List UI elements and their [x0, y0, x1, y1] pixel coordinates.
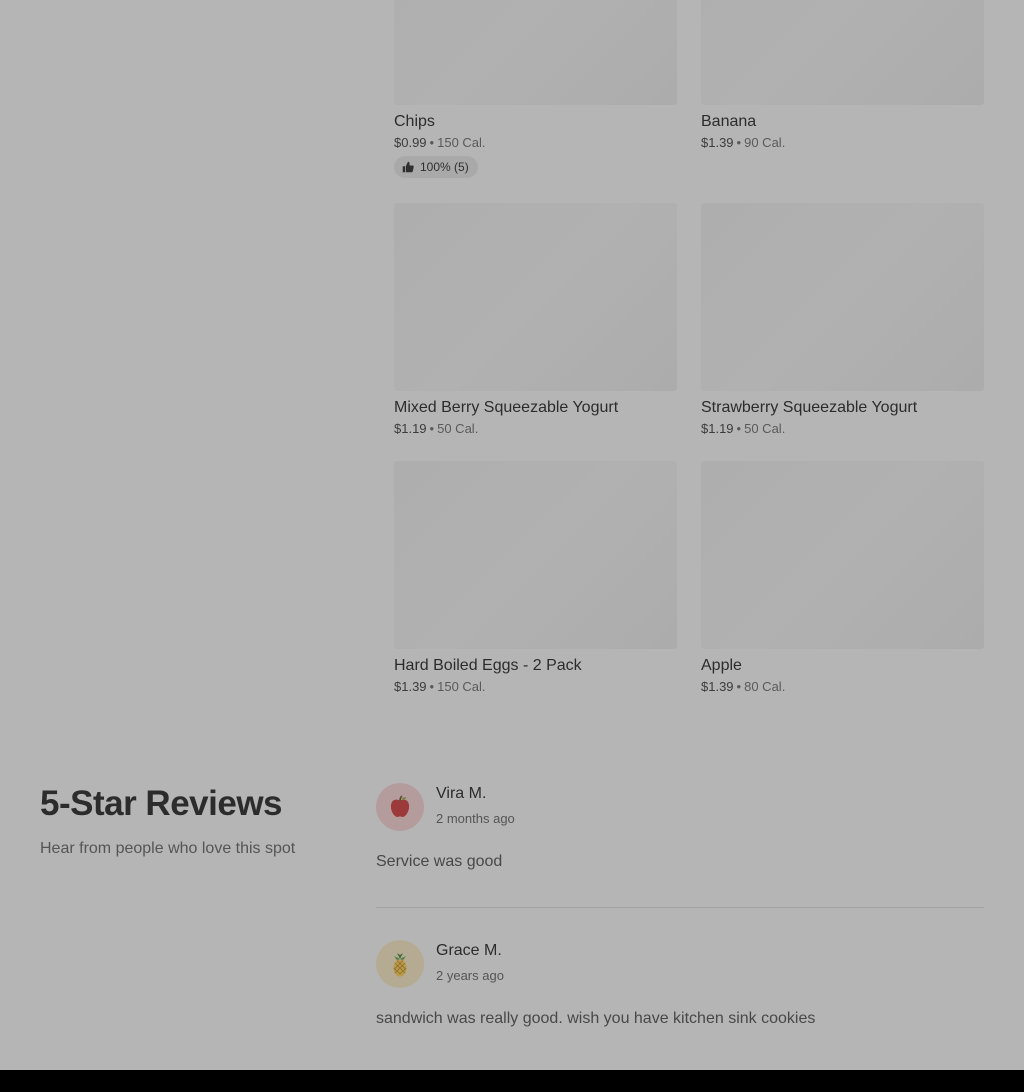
review-text: sandwich was really good. wish you have …: [376, 1010, 816, 1027]
item-price: $1.19: [701, 421, 734, 436]
item-meta: $1.19 • 50 Cal.: [394, 421, 677, 437]
separator-dot: •: [736, 679, 742, 694]
rating-badge: 100% (5): [394, 156, 478, 178]
item-price: $1.19: [394, 421, 427, 436]
footer-bar: [0, 1070, 1024, 1092]
item-price: $1.39: [394, 679, 427, 694]
item-calories: 50 Cal.: [437, 421, 479, 436]
item-calories: 90 Cal.: [744, 135, 786, 150]
item-price: $1.39: [701, 135, 734, 150]
menu-item-chips[interactable]: Chips $0.99 • 150 Cal. 100% (5): [394, 0, 677, 178]
item-calories: 150 Cal.: [437, 135, 486, 150]
thumbs-up-icon: [402, 161, 414, 173]
item-image[interactable]: [701, 0, 984, 105]
review-divider: [376, 907, 984, 908]
menu-item-mixed-berry-yogurt[interactable]: Mixed Berry Squeezable Yogurt $1.19 • 50 C…: [394, 203, 677, 437]
item-calories: 150 Cal.: [437, 679, 486, 694]
item-meta: $1.39 • 150 Cal.: [394, 679, 677, 695]
item-calories: 80 Cal.: [744, 679, 786, 694]
rating-text: 100% (5): [420, 160, 469, 174]
avatar: [376, 940, 424, 988]
reviews-title: 5-Star Reviews: [40, 784, 283, 823]
item-name: Chips: [394, 113, 435, 130]
item-meta: $1.19 • 50 Cal.: [701, 421, 984, 437]
separator-dot: •: [736, 421, 742, 436]
menu-item-hard-boiled-eggs[interactable]: Hard Boiled Eggs - 2 Pack $1.39 • 150 Cal.: [394, 461, 677, 695]
review-text: Service was good: [376, 853, 503, 870]
review-date: 2 years ago: [436, 968, 504, 983]
item-name: Hard Boiled Eggs - 2 Pack: [394, 657, 582, 674]
separator-dot: •: [429, 135, 435, 150]
separator-dot: •: [429, 421, 435, 436]
item-name: Mixed Berry Squeezable Yogurt: [394, 399, 619, 416]
menu-item-banana[interactable]: Banana $1.39 • 90 Cal.: [701, 0, 984, 151]
menu-item-apple[interactable]: Apple $1.39 • 80 Cal.: [701, 461, 984, 695]
item-image[interactable]: [701, 203, 984, 391]
item-image[interactable]: [701, 461, 984, 649]
review-date: 2 months ago: [436, 811, 515, 826]
menu-item-strawberry-yogurt[interactable]: Strawberry Squeezable Yogurt $1.19 • 50 Ca…: [701, 203, 984, 437]
item-image[interactable]: [394, 203, 677, 391]
separator-dot: •: [736, 135, 742, 150]
reviews-subtitle: Hear from people who love this spot: [40, 840, 296, 857]
item-meta: $1.39 • 80 Cal.: [701, 679, 984, 695]
pineapple-icon: [393, 953, 407, 977]
reviewer-name: Grace M.: [436, 942, 502, 959]
apple-icon: [390, 795, 410, 817]
separator-dot: •: [429, 679, 435, 694]
reviewer-name: Vira M.: [436, 785, 487, 802]
avatar: [376, 783, 424, 831]
item-meta: $0.99 • 150 Cal.: [394, 135, 677, 151]
item-meta: $1.39 • 90 Cal.: [701, 135, 984, 151]
item-image[interactable]: [394, 0, 677, 105]
item-image[interactable]: [394, 461, 677, 649]
item-name: Banana: [701, 113, 757, 130]
item-name: Strawberry Squeezable Yogurt: [701, 399, 918, 416]
item-price: $0.99: [394, 135, 427, 150]
item-price: $1.39: [701, 679, 734, 694]
item-name: Apple: [701, 657, 742, 674]
item-calories: 50 Cal.: [744, 421, 786, 436]
